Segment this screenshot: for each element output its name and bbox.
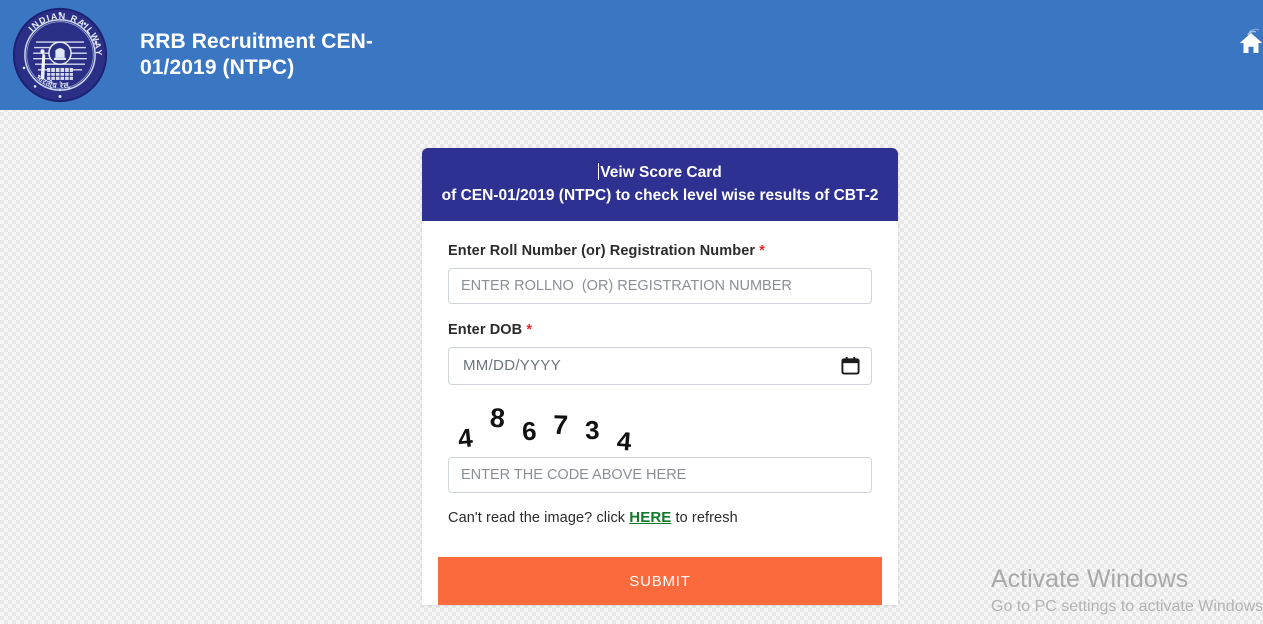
submit-button[interactable]: SUBMIT xyxy=(438,557,882,605)
activate-windows-watermark: Activate Windows Go to PC settings to ac… xyxy=(977,564,1263,618)
card-header-line-1: Veiw Score Card xyxy=(598,163,722,181)
captcha-image: 4 8 6 7 3 4 xyxy=(448,399,872,457)
card-header: Veiw Score Card of CEN-01/2019 (NTPC) to… xyxy=(422,148,898,221)
captcha-digit: 8 xyxy=(489,402,507,434)
home-icon[interactable] xyxy=(1236,28,1263,58)
captcha-digit: 3 xyxy=(584,414,600,446)
refresh-captcha-link[interactable]: HERE xyxy=(629,509,671,526)
required-asterisk: * xyxy=(759,243,766,259)
calendar-icon[interactable] xyxy=(841,356,860,375)
required-asterisk: * xyxy=(526,322,533,338)
dob-input-wrapper: MM/DD/YYYY xyxy=(448,347,872,385)
dob-field-group: Enter DOB * MM/DD/YYYY xyxy=(448,322,872,385)
score-card-panel: Veiw Score Card of CEN-01/2019 (NTPC) to… xyxy=(422,148,898,605)
rollno-label: Enter Roll Number (or) Registration Numb… xyxy=(448,243,766,259)
captcha-digit: 4 xyxy=(456,422,474,454)
rollno-field-group: Enter Roll Number (or) Registration Numb… xyxy=(448,243,872,304)
card-header-line-2: of CEN-01/2019 (NTPC) to check level wis… xyxy=(441,187,879,204)
captcha-input[interactable] xyxy=(448,457,872,493)
card-body: Enter Roll Number (or) Registration Numb… xyxy=(422,221,898,526)
page-title: RRB Recruitment CEN- 01/2019 (NTPC) xyxy=(140,30,374,79)
hint-text-after: to refresh xyxy=(671,510,738,526)
captcha-field-group xyxy=(448,457,872,493)
watermark-title: Activate Windows xyxy=(991,565,1189,593)
captcha-digit: 7 xyxy=(552,409,569,441)
rollno-input[interactable] xyxy=(448,268,872,304)
dob-label: Enter DOB * xyxy=(448,322,533,338)
captcha-refresh-hint: Can't read the image? click HERE to refr… xyxy=(448,509,872,526)
dob-input[interactable]: MM/DD/YYYY xyxy=(448,347,872,385)
submit-area: SUBMIT xyxy=(422,526,898,605)
captcha-digit: 4 xyxy=(615,425,633,457)
watermark-subtitle: Go to PC settings to activate Windows xyxy=(991,598,1263,615)
site-header: INDIAN RAILWAYS भारतीय रेल xyxy=(0,0,1263,110)
indian-railways-logo: INDIAN RAILWAYS भारतीय रेल xyxy=(8,7,112,103)
hint-text-before: Can't read the image? click xyxy=(448,510,630,526)
railways-seal-icon: INDIAN RAILWAYS भारतीय रेल xyxy=(8,7,108,103)
captcha-digit: 6 xyxy=(521,415,538,447)
